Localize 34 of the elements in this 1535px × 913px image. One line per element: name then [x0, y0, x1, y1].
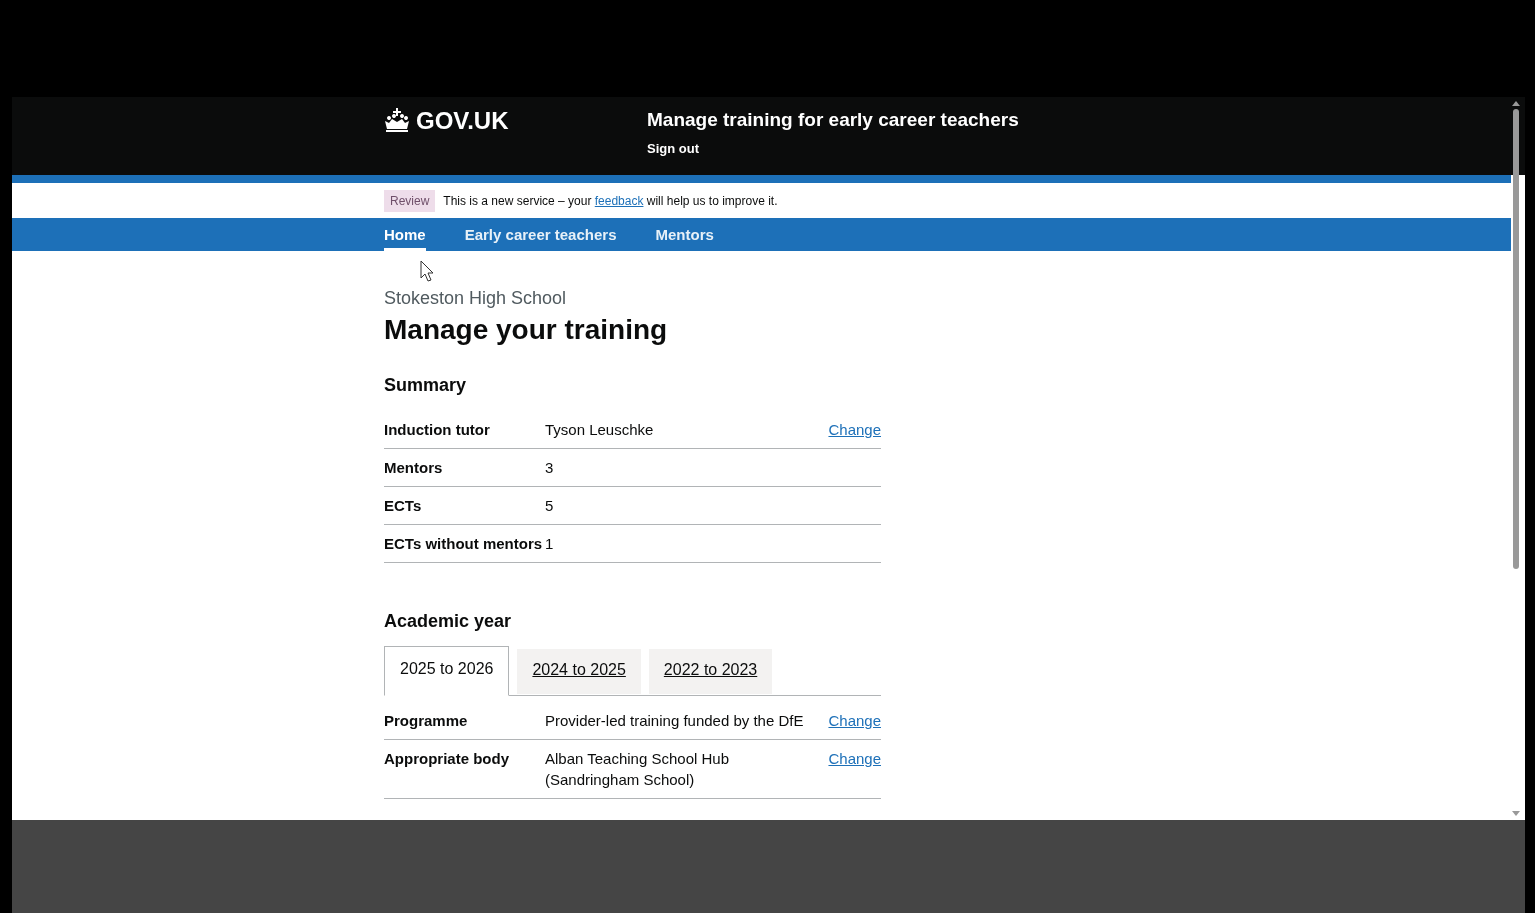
banner-text: This is a new service – your feedback will help us to improve it. — [443, 192, 778, 210]
row-value: Tyson Leuschke — [545, 420, 655, 440]
row-key: Appropriate body — [384, 748, 545, 790]
page-title: Manage your training — [384, 313, 669, 347]
row-key: Programme — [384, 710, 545, 731]
sign-out-link[interactable]: Sign out — [647, 141, 1019, 157]
academic-year-heading: Academic year — [384, 610, 513, 633]
change-link[interactable]: Change — [828, 748, 881, 790]
change-link[interactable]: Change — [828, 710, 881, 731]
nav-tab[interactable]: Home — [384, 218, 426, 251]
row-key: ECTs — [384, 495, 545, 516]
school-caption: Stokeston High School — [384, 287, 568, 309]
row-key: ECTs without mentors — [384, 533, 545, 554]
govuk-logo[interactable]: GOV.UK — [416, 107, 509, 135]
year-tab[interactable]: 2025 to 2026 — [384, 646, 510, 696]
row-value: 3 — [545, 458, 555, 478]
summary-heading: Summary — [384, 374, 468, 397]
change-link[interactable]: Change — [828, 419, 881, 440]
year-tab[interactable]: 2024 to 2025 — [517, 649, 641, 694]
scrollbar-thumb[interactable] — [1513, 109, 1519, 569]
feedback-link[interactable]: feedback — [594, 193, 644, 208]
row-value: 1 — [545, 534, 555, 554]
row-key: Induction tutor — [384, 419, 545, 440]
row-value: Alban Teaching School Hub (Sandringham School) — [545, 749, 731, 790]
year-tab[interactable]: 2022 to 2023 — [648, 649, 773, 694]
row-key: Mentors — [384, 457, 545, 478]
service-name[interactable]: Manage training for early career teachers — [647, 105, 1019, 135]
nav-tab[interactable]: Early career teachers — [464, 218, 617, 251]
review-tag: Review — [384, 189, 436, 212]
nav-tab[interactable]: Mentors — [655, 218, 714, 251]
mouse-pointer-icon — [420, 260, 434, 282]
row-value: 5 — [545, 496, 555, 516]
row-value: Provider-led training funded by the DfE — [545, 711, 805, 731]
crown-icon — [384, 108, 410, 132]
